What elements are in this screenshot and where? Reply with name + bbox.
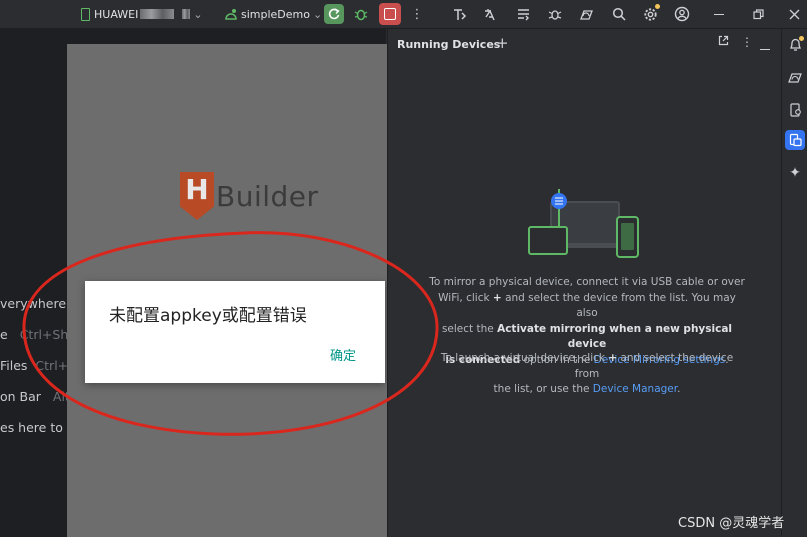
minimize-icon xyxy=(714,13,724,15)
hide-panel-button[interactable] xyxy=(760,39,770,53)
redacted-device-id xyxy=(140,9,175,19)
stop-button[interactable] xyxy=(379,3,401,25)
search-icon xyxy=(612,7,626,21)
update-dot xyxy=(655,4,660,9)
logo-text: Builder xyxy=(216,179,319,213)
add-device-button[interactable]: + xyxy=(496,34,509,52)
hint-go-to-file[interactable]: e Ctrl+Shi xyxy=(0,327,72,342)
close-button[interactable] xyxy=(784,4,804,24)
build-icon xyxy=(453,8,466,20)
mirror-line-1: To mirror a physical device, connect it … xyxy=(429,276,745,288)
account-button[interactable] xyxy=(672,4,692,24)
rerun-button[interactable] xyxy=(324,4,344,24)
panel-options-button[interactable]: ⋮ xyxy=(741,35,753,49)
hint-label: on Bar xyxy=(0,389,41,404)
mirror-line-3: select the Activate mirroring when a new… xyxy=(428,322,746,353)
hint-label: verywhere xyxy=(0,296,67,311)
settings-button[interactable] xyxy=(640,4,660,24)
run-config-selector[interactable]: simpleDemo ⌄ xyxy=(224,0,322,28)
text: select the xyxy=(441,322,494,335)
mirror-line-2: WiFi, click + and select the device from… xyxy=(428,291,746,322)
device-selector[interactable]: HUAWEI ⌄ xyxy=(81,0,203,28)
right-tool-sidebar: ✦ xyxy=(781,29,807,537)
running-devices-panel: Running Devices + ⋮ To mirror a physical… xyxy=(387,29,782,537)
redacted-device-suffix xyxy=(182,9,191,19)
rerun-icon xyxy=(328,8,340,20)
run-config-name: simpleDemo xyxy=(241,7,310,21)
alert-dialog: 未配置appkey或配置错误 确定 xyxy=(85,281,385,383)
virtual-device-instructions: To launch a virtual device, click + and … xyxy=(428,351,746,398)
structure-button[interactable] xyxy=(513,4,533,24)
text: and select the device from the list. You… xyxy=(505,291,736,320)
dialog-message: 未配置appkey或配置错误 xyxy=(109,306,307,326)
virtual-line-1: To launch a virtual device, click + and … xyxy=(428,351,746,382)
device-manager-tool-button[interactable] xyxy=(785,67,805,87)
text: To launch a virtual device, click xyxy=(440,352,605,364)
chevron-down-icon: ⌄ xyxy=(193,7,203,21)
running-devices-icon xyxy=(789,133,802,147)
text: WiFi, click xyxy=(438,291,490,304)
panel-title: Running Devices xyxy=(397,38,501,51)
debug-button[interactable] xyxy=(351,4,371,24)
bug-icon xyxy=(354,9,368,21)
gear-icon xyxy=(643,7,657,21)
device-manager-link[interactable]: Device Manager xyxy=(593,383,677,395)
minimize-button[interactable] xyxy=(709,4,729,24)
watermark: CSDN @灵魂学者 xyxy=(678,516,785,531)
device-mirroring-illustration xyxy=(528,189,639,258)
attach-debugger-button[interactable] xyxy=(545,4,565,24)
add-device-inline-icon: + xyxy=(492,291,502,304)
text: the list, or use the xyxy=(493,383,590,395)
hint-recent-files[interactable]: Files Ctrl+E xyxy=(0,358,76,373)
hint-navigation-bar[interactable]: on Bar Alt xyxy=(0,389,70,404)
main-toolbar: HUAWEI ⌄ simpleDemo ⌄ ⋮ xyxy=(0,0,807,29)
notifications-button[interactable] xyxy=(785,35,805,55)
add-device-inline-icon: + xyxy=(608,352,618,364)
external-link-icon xyxy=(718,35,729,46)
activate-mirroring-option: Activate mirroring when a new physical d… xyxy=(497,322,733,351)
hbuilder-shield-icon: H xyxy=(180,172,214,220)
more-vertical-icon: ⋮ xyxy=(410,6,424,22)
running-devices-tool-button[interactable] xyxy=(785,130,805,150)
hint-label: e xyxy=(0,327,8,342)
logo-letter: H xyxy=(185,173,209,206)
hint-label: Files xyxy=(0,358,28,373)
build-button[interactable] xyxy=(449,4,469,24)
close-icon xyxy=(789,9,799,19)
minimize-icon xyxy=(760,49,770,50)
hbuilder-logo: H Builder xyxy=(180,172,319,220)
translate-icon xyxy=(484,8,495,20)
stop-icon xyxy=(384,8,396,20)
device-explorer-icon xyxy=(789,103,801,117)
user-icon xyxy=(674,6,690,22)
device-manager-icon xyxy=(787,72,802,83)
sparkle-icon: ✦ xyxy=(789,165,801,181)
open-external-button[interactable] xyxy=(718,35,729,49)
translate-button[interactable] xyxy=(480,4,500,24)
search-button[interactable] xyxy=(609,4,629,24)
chevron-down-icon: ⌄ xyxy=(313,7,323,21)
device-manager-icon xyxy=(580,9,593,20)
hint-shortcut: Ctrl+Shi xyxy=(19,327,72,342)
hint-search-everywhere[interactable]: verywhere xyxy=(0,296,66,311)
text: . xyxy=(677,383,681,395)
notification-dot xyxy=(799,36,804,41)
more-actions-button[interactable]: ⋮ xyxy=(407,4,427,24)
restore-icon xyxy=(752,8,764,19)
hint-drop-files: es here to o xyxy=(0,420,75,435)
device-name: HUAWEI xyxy=(94,7,139,21)
list-icon xyxy=(517,8,529,20)
hint-label: es here to o xyxy=(0,420,75,435)
more-vertical-icon: ⋮ xyxy=(741,35,753,49)
attach-debugger-icon xyxy=(548,9,561,20)
gemini-assistant-button[interactable]: ✦ xyxy=(785,163,805,183)
virtual-line-2: the list, or use the Device Manager. xyxy=(428,382,746,398)
dialog-ok-button[interactable]: 确定 xyxy=(330,345,356,364)
device-manager-button[interactable] xyxy=(577,4,597,24)
phone-icon xyxy=(81,7,90,21)
restore-button[interactable] xyxy=(748,4,768,24)
android-icon xyxy=(225,9,237,20)
device-explorer-button[interactable] xyxy=(785,100,805,120)
